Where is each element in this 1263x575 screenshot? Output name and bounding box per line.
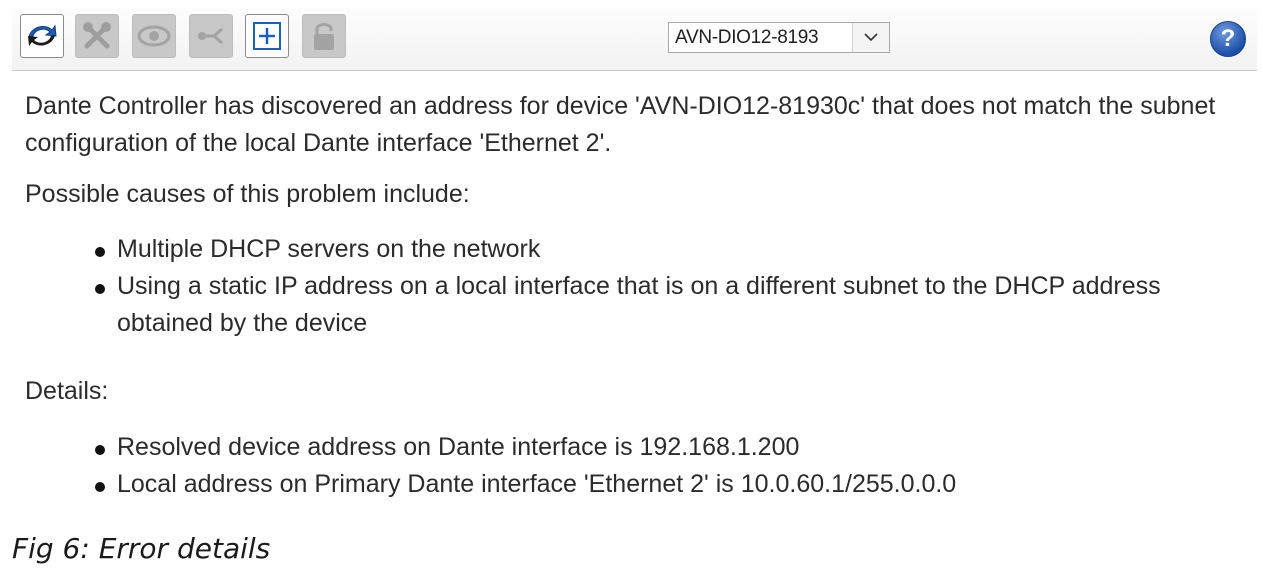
refresh-icon (28, 24, 57, 46)
lock-button[interactable] (302, 14, 346, 58)
help-label: ? (1220, 25, 1236, 52)
tools-button[interactable] (75, 14, 119, 58)
list-item: Multiple DHCP servers on the network (92, 231, 1242, 268)
help-icon[interactable]: ? (1210, 21, 1246, 57)
figure-caption: Fig 6: Error details (12, 532, 271, 565)
tools-icon (83, 22, 111, 49)
chevron-down-icon[interactable] (852, 23, 889, 52)
causes-list: Multiple DHCP servers on the network Usi… (92, 231, 1242, 342)
device-select-value: AVN-DIO12-8193 (675, 27, 819, 48)
details-list: Resolved device address on Dante interfa… (92, 429, 1242, 503)
lock-icon (314, 23, 334, 50)
causes-heading: Possible causes of this problem include: (25, 180, 470, 208)
network-icon (198, 27, 223, 45)
list-item: Resolved device address on Dante interfa… (92, 429, 1242, 466)
network-button[interactable] (189, 14, 233, 58)
expand-button[interactable] (245, 14, 289, 58)
details-heading: Details: (25, 377, 109, 405)
expand-icon (253, 22, 281, 50)
view-button[interactable] (132, 14, 176, 58)
message-paragraph: Dante Controller has discovered an addre… (25, 92, 1216, 157)
eye-icon (137, 25, 171, 47)
toolbar: AVN-DIO12-8193 ? (12, 0, 1257, 71)
device-select[interactable]: AVN-DIO12-8193 (668, 22, 890, 53)
list-item: Local address on Primary Dante interface… (92, 466, 1242, 503)
list-item: Using a static IP address on a local int… (92, 268, 1242, 342)
refresh-button[interactable] (20, 14, 64, 58)
